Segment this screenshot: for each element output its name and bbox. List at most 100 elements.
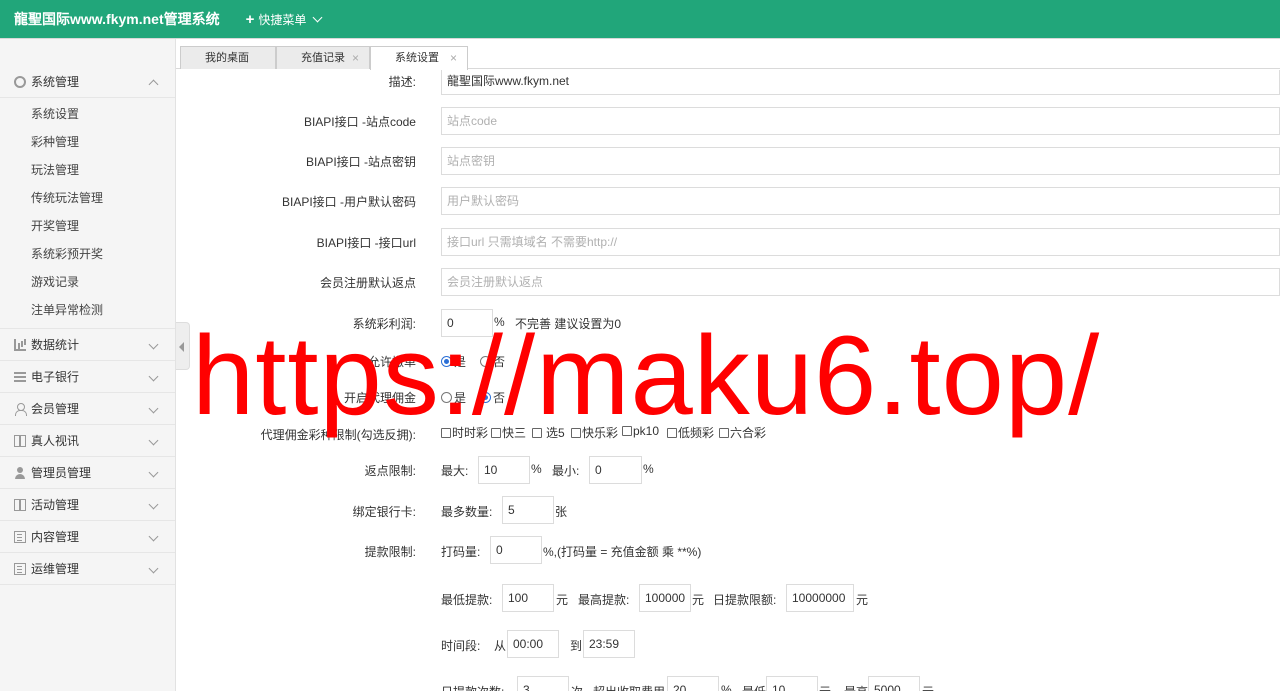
tab-desktop[interactable]: 我的桌面 [180,46,276,69]
chevron-down-icon [148,467,159,478]
chevron-down-icon [312,12,323,22]
daily-limit-input[interactable]: 10000000 [786,584,854,612]
default-password-label: BIAPI接口 -用户默认密码 [281,195,416,209]
rebate-max-label: 最大: [441,464,469,478]
rebate-max-unit: % [531,462,542,476]
sidebar-item-pre-draw[interactable]: 系统彩预开奖 [0,240,175,268]
fee-label: 超出收取费用 [593,683,665,691]
chevron-down-icon [148,499,159,510]
fee-min-label: 最低 [742,683,766,691]
quick-menu-button[interactable]: + 快捷菜单 [245,10,323,28]
gear-icon [14,75,26,88]
sidebar-group-label: 管理员管理 [31,466,92,480]
sidebar-group-label: 会员管理 [31,402,80,416]
user-icon [14,402,27,416]
desc-label: 描述: [388,75,416,89]
gift-icon [14,498,26,511]
sidebar-item-traditional-play[interactable]: 传统玩法管理 [0,184,175,212]
rebate-max-input[interactable]: 10 [478,456,530,484]
max-withdraw-input[interactable]: 100000 [639,584,691,612]
rebate-min-input[interactable]: 0 [589,456,642,484]
sidebar-group-ebank[interactable]: 电子银行 [0,361,175,393]
sidebar-group-label: 电子银行 [31,370,80,384]
close-icon[interactable]: × [450,47,457,69]
bar-chart-icon [14,338,26,351]
sidebar-group-activities[interactable]: 活动管理 [0,489,175,521]
site-key-label: BIAPI接口 -站点密钥 [305,155,416,169]
tab-label: 充值记录 [301,52,345,64]
tab-recharge-records[interactable]: 充值记录 × [276,46,370,69]
bind-card-max-label: 最多数量: [441,505,493,519]
chevron-down-icon [148,403,159,414]
url-watermark: https://maku6.top/ [192,313,1101,438]
document-icon [14,530,26,543]
fee-input[interactable]: 20 [667,676,719,691]
time-to-label: 到 [570,639,583,653]
api-url-input[interactable]: 接口url 只需填域名 不需要http:// [441,228,1280,256]
sidebar-item-lottery[interactable]: 彩种管理 [0,128,175,156]
sidebar-submenu-system: 系统设置 彩种管理 玩法管理 传统玩法管理 开奖管理 系统彩预开奖 游戏记录 注… [0,98,175,329]
list-icon [14,371,26,383]
daily-count-label: 日提款次数: [441,683,504,691]
site-key-input[interactable]: 站点密钥 [441,147,1280,175]
sidebar-item-draw[interactable]: 开奖管理 [0,212,175,240]
max-withdraw-label: 最高提款: [578,593,630,607]
chevron-down-icon [148,531,159,542]
daily-count-input[interactable]: 3 [517,676,569,691]
fee-max-label: 最高 [844,683,868,691]
sidebar-group-ops[interactable]: 运维管理 [0,553,175,585]
sidebar-group-label: 真人视讯 [31,434,80,448]
chevron-down-icon [148,371,159,382]
sidebar-group-label: 内容管理 [31,530,80,544]
sidebar-group-content[interactable]: 内容管理 [0,521,175,553]
daily-limit-label: 日提款限额: [713,593,777,607]
top-header: 龍聖国际www.fkym.net管理系统 + 快捷菜单 [0,0,1280,38]
person-icon [14,466,26,479]
chevron-up-icon [148,79,159,90]
tab-label: 系统设置 [395,52,439,64]
withdraw-limit-label: 提款限制: [364,545,416,559]
bind-card-unit: 张 [555,505,568,519]
desc-input[interactable]: 龍聖国际www.fkym.net [441,70,1280,95]
close-icon[interactable]: × [352,47,359,69]
fee-max-unit: 元 [922,683,934,691]
default-rebate-input[interactable]: 会员注册默认返点 [441,268,1280,296]
daily-count-unit: 次 [571,683,583,691]
sidebar-item-play[interactable]: 玩法管理 [0,156,175,184]
sidebar-group-members[interactable]: 会员管理 [0,393,175,425]
gift-icon [14,434,26,447]
sidebar-item-bet-anomaly[interactable]: 注单异常检测 [0,296,175,324]
sidebar-group-admins[interactable]: 管理员管理 [0,457,175,489]
time-from-input[interactable]: 00:00 [507,630,559,658]
tab-bar: 我的桌面 充值记录 × 系统设置 × [176,39,1280,70]
min-withdraw-input[interactable]: 100 [502,584,554,612]
tab-system-settings[interactable]: 系统设置 × [370,46,468,70]
sidebar-item-system-settings[interactable]: 系统设置 [0,100,175,128]
fee-max-input[interactable]: 5000 [868,676,920,691]
plus-icon: + [245,10,255,28]
sidebar-group-stats[interactable]: 数据统计 [0,329,175,361]
default-password-input[interactable]: 用户默认密码 [441,187,1280,215]
time-to-input[interactable]: 23:59 [583,630,635,658]
bind-card-max-input[interactable]: 5 [502,496,554,524]
sidebar-group-label: 运维管理 [31,562,80,576]
rebate-limit-label: 返点限制: [364,464,416,478]
chevron-down-icon [148,563,159,574]
site-code-label: BIAPI接口 -站点code [303,115,416,129]
bind-card-label: 绑定银行卡: [352,505,416,519]
site-code-input[interactable]: 站点code [441,107,1280,135]
chevron-down-icon [148,435,159,446]
fee-unit: % [721,683,732,691]
max-withdraw-unit: 元 [692,593,705,607]
bet-volume-note: %,(打码量 = 充值金额 乘 **%) [543,545,702,559]
sidebar-group-live-video[interactable]: 真人视讯 [0,425,175,457]
bet-volume-input[interactable]: 0 [490,536,542,564]
fee-min-input[interactable]: 10 [766,676,818,691]
time-from-label: 从 [494,639,507,653]
sidebar-item-game-records[interactable]: 游戏记录 [0,268,175,296]
sidebar-group-system[interactable]: 系统管理 [0,66,175,98]
tab-label: 我的桌面 [205,52,249,64]
api-url-label: BIAPI接口 -接口url [316,236,416,250]
brand-title: 龍聖国际www.fkym.net管理系统 [14,11,220,27]
bet-volume-label: 打码量: [441,545,481,559]
